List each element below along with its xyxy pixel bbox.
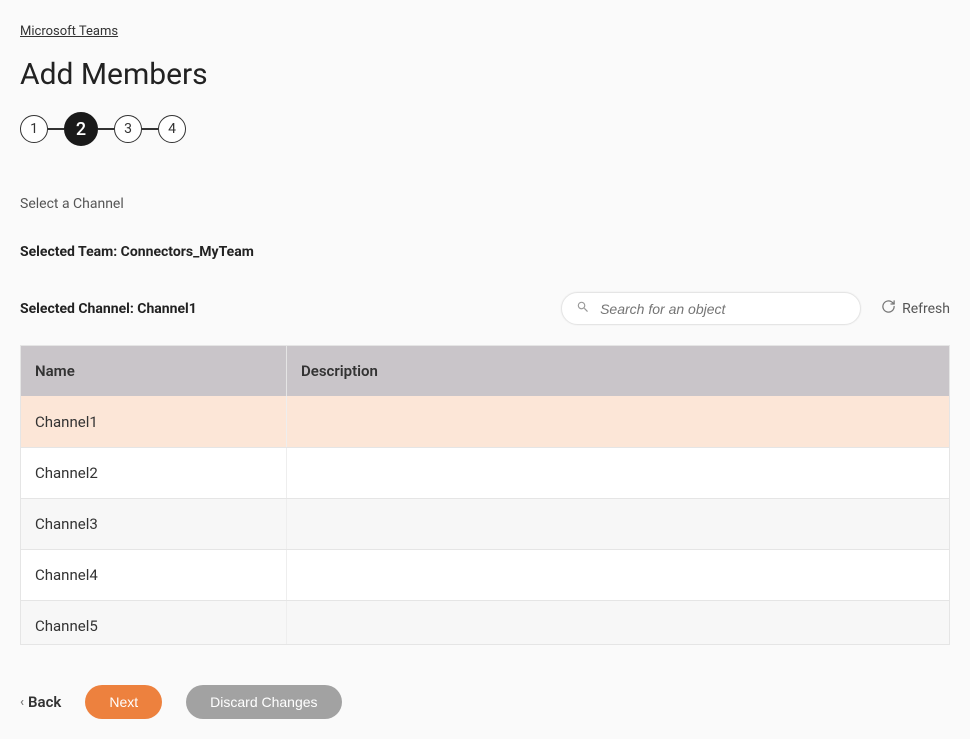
- cell-description: [287, 396, 949, 447]
- step-3[interactable]: 3: [114, 115, 142, 143]
- selected-team: Selected Team: Connectors_MyTeam: [20, 244, 950, 260]
- step-connector: [48, 128, 64, 130]
- search-icon: [576, 299, 600, 318]
- stepper: 1 2 3 4: [20, 112, 950, 146]
- cell-description: [287, 601, 949, 644]
- table-body[interactable]: Channel1 Channel2 Channel3 Channel4 Chan…: [21, 396, 949, 644]
- cell-description: [287, 499, 949, 549]
- step-4[interactable]: 4: [158, 115, 186, 143]
- search-box[interactable]: [561, 292, 861, 325]
- next-button[interactable]: Next: [85, 685, 162, 719]
- table-row[interactable]: Channel5: [21, 600, 949, 644]
- column-header-description[interactable]: Description: [287, 346, 949, 396]
- refresh-label: Refresh: [902, 301, 950, 317]
- page-title: Add Members: [20, 57, 950, 92]
- step-connector: [98, 128, 114, 130]
- table-row[interactable]: Channel1: [21, 396, 949, 447]
- table-row[interactable]: Channel4: [21, 549, 949, 600]
- refresh-icon: [881, 299, 896, 318]
- column-header-name[interactable]: Name: [21, 346, 287, 396]
- chevron-left-icon: ‹: [20, 695, 24, 710]
- search-input[interactable]: [600, 301, 846, 317]
- cell-name: Channel2: [21, 448, 287, 498]
- channel-table: Name Description Channel1 Channel2 Chann…: [20, 345, 950, 645]
- cell-description: [287, 448, 949, 498]
- cell-name: Channel4: [21, 550, 287, 600]
- table-header: Name Description: [21, 346, 949, 396]
- cell-name: Channel5: [21, 601, 287, 644]
- table-row[interactable]: Channel3: [21, 498, 949, 549]
- cell-description: [287, 550, 949, 600]
- footer-actions: ‹ Back Next Discard Changes: [20, 685, 950, 719]
- step-connector: [142, 128, 158, 130]
- back-label: Back: [28, 693, 61, 711]
- back-button[interactable]: ‹ Back: [20, 693, 61, 711]
- cell-name: Channel1: [21, 396, 287, 447]
- step-2[interactable]: 2: [64, 112, 98, 146]
- refresh-button[interactable]: Refresh: [881, 299, 950, 318]
- section-label: Select a Channel: [20, 196, 950, 212]
- cell-name: Channel3: [21, 499, 287, 549]
- selected-channel: Selected Channel: Channel1: [20, 301, 197, 317]
- breadcrumb-link[interactable]: Microsoft Teams: [20, 24, 118, 39]
- step-1[interactable]: 1: [20, 115, 48, 143]
- table-row[interactable]: Channel2: [21, 447, 949, 498]
- discard-button[interactable]: Discard Changes: [186, 685, 341, 719]
